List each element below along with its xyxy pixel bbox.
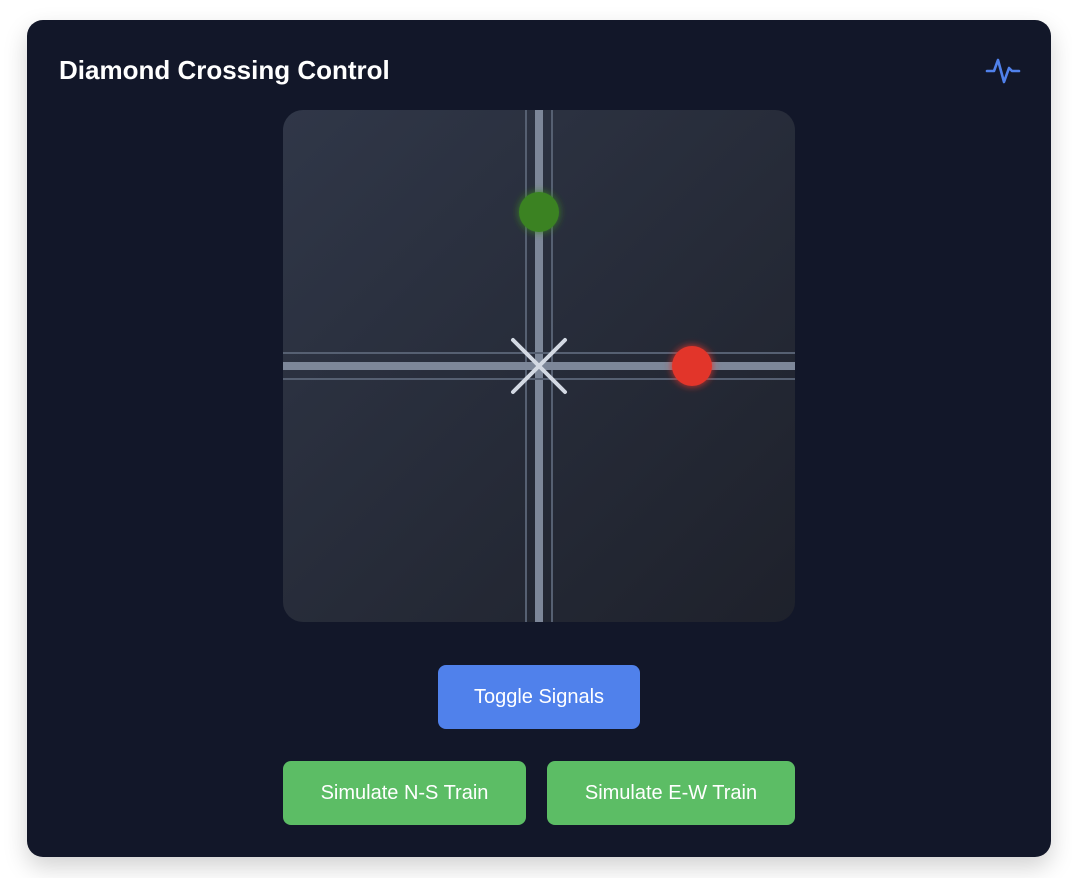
crossing-control-panel: Diamond Crossing Control Toggle Signals … <box>27 20 1051 857</box>
east-west-signal-light <box>672 346 712 386</box>
simulate-ns-train-button[interactable]: Simulate N-S Train <box>283 761 526 825</box>
toggle-signals-button[interactable]: Toggle Signals <box>438 665 640 729</box>
activity-icon <box>985 58 1021 84</box>
north-south-signal-light <box>519 192 559 232</box>
page-title: Diamond Crossing Control <box>59 55 390 85</box>
simulate-ew-train-button[interactable]: Simulate E-W Train <box>547 761 795 825</box>
diamond-crossing-diagram <box>283 110 795 622</box>
